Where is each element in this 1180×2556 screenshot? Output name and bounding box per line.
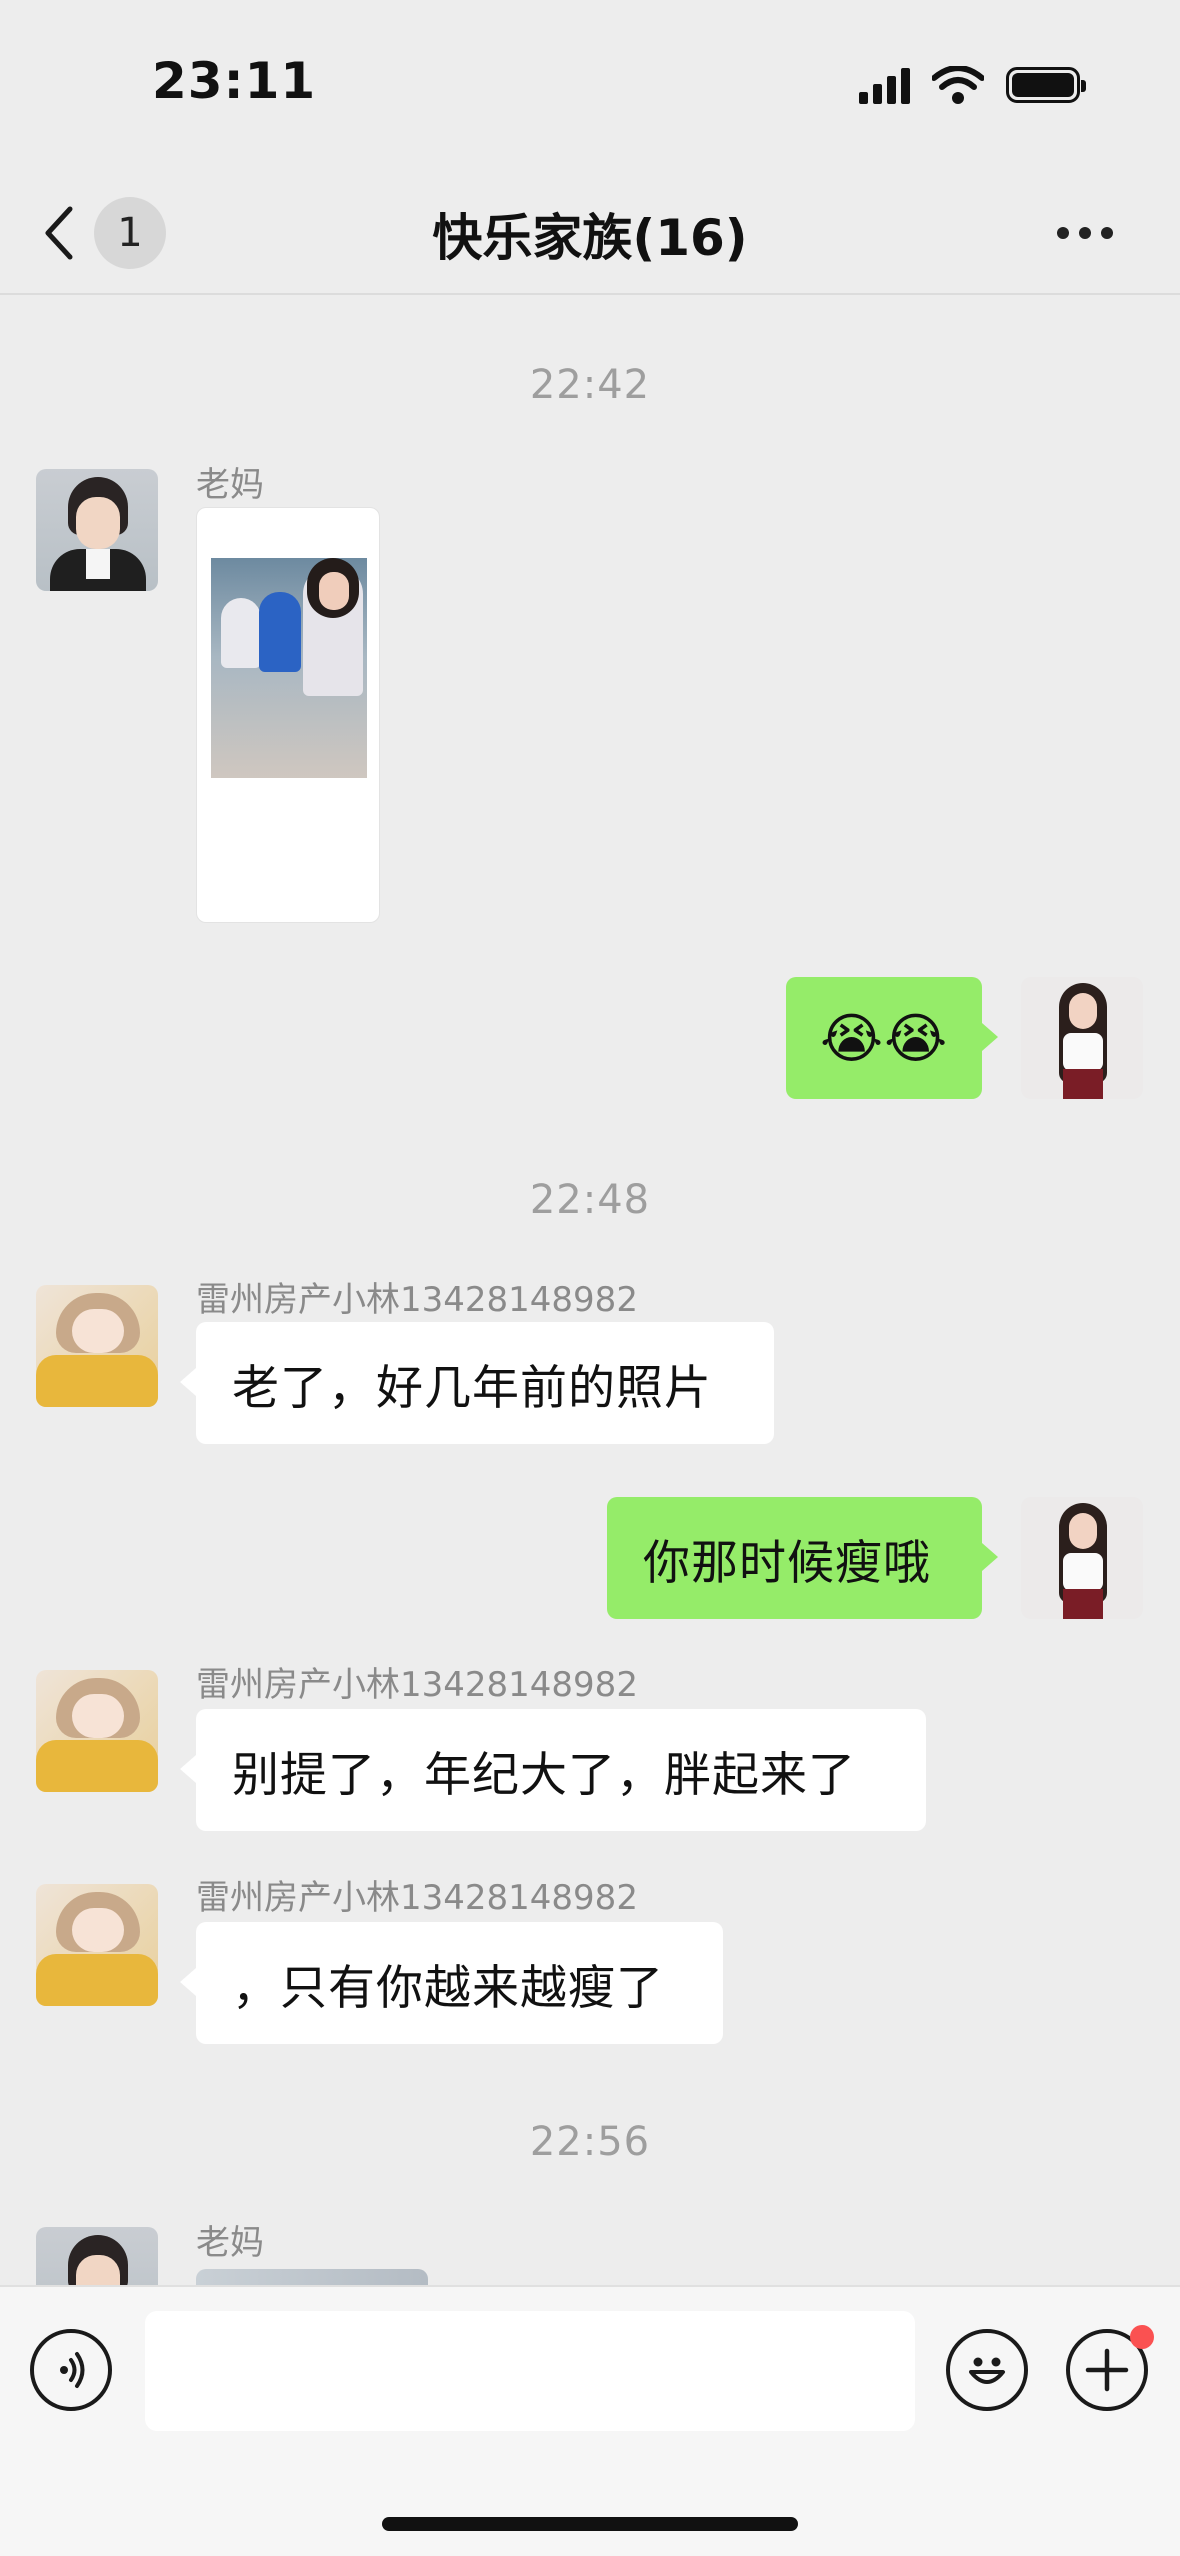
timestamp: 22:48 [529, 1177, 651, 1223]
plus-icon [1085, 2348, 1129, 2392]
avatar-self[interactable] [1021, 1497, 1143, 1619]
notification-dot [1130, 2325, 1154, 2349]
emoji-button[interactable] [946, 2329, 1028, 2411]
media-message[interactable] [196, 2269, 428, 2285]
sender-name: 雷州房产小林13428148982 [196, 1665, 638, 1705]
status-bar: 23:11 [0, 0, 1180, 170]
chat-header: 1 快乐家族(16) [0, 170, 1180, 295]
more-button[interactable] [1040, 208, 1130, 258]
outgoing-message-bubble[interactable]: 😭😭 [786, 977, 998, 1099]
battery-icon [1006, 67, 1086, 103]
chat-title: 快乐家族(16) [432, 209, 748, 267]
message-input[interactable] [145, 2311, 915, 2431]
voice-icon [60, 2352, 85, 2388]
wifi-icon [932, 66, 984, 104]
timestamp: 22:42 [529, 362, 651, 408]
image-message[interactable] [196, 507, 380, 923]
avatar-xiaolin[interactable] [36, 1285, 158, 1407]
input-bar [0, 2285, 1180, 2556]
sender-name: 雷州房产小林13428148982 [196, 1878, 638, 1918]
incoming-message-bubble[interactable]: 别提了，年纪大了，胖起来了 [180, 1709, 926, 1831]
cellular-signal-icon [859, 66, 910, 104]
status-time: 23:11 [152, 52, 317, 110]
avatar-self[interactable] [1021, 977, 1143, 1099]
voice-button[interactable] [30, 2329, 112, 2411]
avatar-xiaolin[interactable] [36, 1670, 158, 1792]
avatar-mom[interactable] [36, 469, 158, 591]
more-icon [1057, 227, 1069, 239]
outgoing-message-bubble[interactable]: 你那时候瘦哦 [607, 1497, 998, 1619]
timestamp: 22:56 [529, 2119, 651, 2165]
emoji-icon [969, 2357, 1005, 2384]
sender-name: 老妈 [196, 465, 264, 505]
avatar-mom[interactable] [36, 2227, 158, 2285]
avatar-xiaolin[interactable] [36, 1884, 158, 2006]
photo-thumbnail [211, 558, 367, 778]
incoming-message-bubble[interactable]: ，只有你越来越瘦了 [180, 1922, 723, 2044]
sender-name: 老妈 [196, 2223, 264, 2263]
status-icons [859, 66, 1086, 104]
sender-name: 雷州房产小林13428148982 [196, 1280, 638, 1320]
home-indicator[interactable] [382, 2517, 798, 2531]
message-list[interactable]: 22:42 老妈 😭😭 22:48 雷州房产小林13428148982 老了，好… [0, 297, 1180, 2285]
incoming-message-bubble[interactable]: 老了，好几年前的照片 [180, 1322, 774, 1444]
